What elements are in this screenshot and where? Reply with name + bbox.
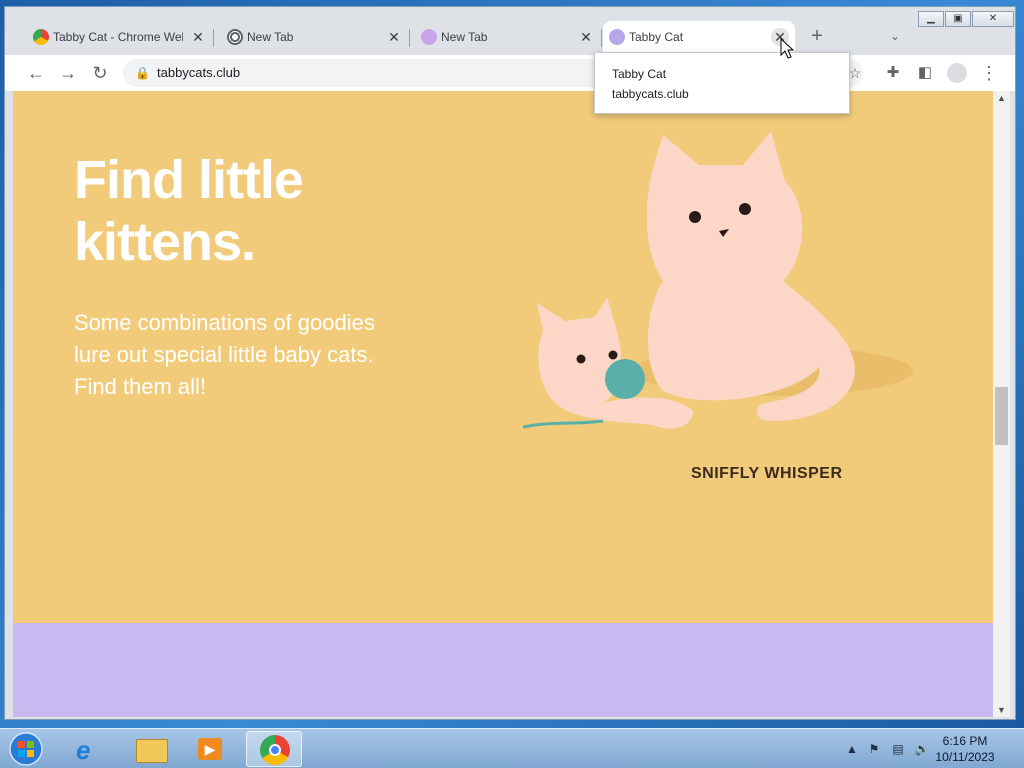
side-panel-icon[interactable]: ◧ bbox=[913, 61, 937, 85]
tab-search-icon[interactable]: ⌄ bbox=[883, 24, 907, 48]
tab-hover-card: Tabby Cat tabbycats.club bbox=[594, 52, 850, 114]
small-cat-eye bbox=[576, 354, 586, 364]
show-hidden-icons[interactable]: ▲ bbox=[844, 741, 860, 757]
tab-label: New Tab bbox=[441, 30, 488, 44]
clock-time: 6:16 PM bbox=[942, 734, 988, 748]
close-tab-icon[interactable]: ✕ bbox=[385, 28, 403, 46]
scrollbar-thumb[interactable] bbox=[995, 387, 1008, 445]
minimize-button[interactable]: ▁ bbox=[918, 11, 944, 27]
window-controls: ▁ ▣ ✕ bbox=[917, 11, 1014, 27]
clock-date: 10/11/2023 bbox=[935, 750, 995, 764]
next-section bbox=[13, 623, 993, 717]
action-center-icon[interactable]: ⚑ bbox=[866, 741, 882, 757]
tab-strip: Tabby Cat - Chrome Wel ✕ New Tab ✕ New T… bbox=[5, 7, 1015, 55]
tab-new-tab-2[interactable]: New Tab ✕ bbox=[415, 21, 602, 53]
address-text: tabbycats.club bbox=[157, 65, 241, 80]
web-page: Find little kittens. Some combinations o… bbox=[13, 91, 993, 717]
tab-chrome-web-store[interactable]: Tabby Cat - Chrome Wel ✕ bbox=[27, 21, 214, 53]
page-subtitle: Some combinations of goodies lure out sp… bbox=[74, 310, 375, 399]
tab-new-tab-1[interactable]: New Tab ✕ bbox=[221, 21, 410, 53]
menu-icon[interactable]: ⋮ bbox=[977, 61, 1001, 85]
big-cat bbox=[646, 131, 855, 421]
volume-muted-icon[interactable]: 🔈 bbox=[914, 741, 930, 757]
tab-label: Tabby Cat - Chrome Wel bbox=[53, 30, 183, 44]
extensions-icon[interactable]: ✚ bbox=[881, 61, 905, 85]
network-icon[interactable]: ▤ bbox=[890, 741, 906, 757]
file-explorer-icon[interactable] bbox=[122, 731, 178, 767]
maximize-button[interactable]: ▣ bbox=[945, 11, 971, 27]
browser-window: Tabby Cat - Chrome Wel ✕ New Tab ✕ New T… bbox=[4, 6, 1016, 720]
tab-label: Tabby Cat bbox=[629, 30, 684, 44]
tabby-cat-icon bbox=[421, 29, 437, 45]
browser-toolbar: ← → ↻ 🔒 tabbycats.club ☆ ✚ ◧ ⋮ bbox=[5, 55, 1015, 92]
close-tab-icon[interactable]: ✕ bbox=[577, 28, 595, 46]
kittens-illustration bbox=[522, 131, 913, 429]
lock-icon[interactable]: 🔒 bbox=[135, 65, 150, 81]
tab-label: New Tab bbox=[247, 30, 294, 44]
chrome-icon bbox=[227, 29, 243, 45]
windows-logo-icon bbox=[9, 732, 43, 766]
cat-name-label: SNIFFLY WHISPER bbox=[691, 465, 843, 482]
yarn-ball bbox=[605, 359, 645, 399]
tabby-cat-icon bbox=[609, 29, 625, 45]
page-title: Find little kittens. bbox=[74, 150, 304, 272]
close-tab-icon[interactable]: ✕ bbox=[189, 28, 207, 46]
media-player-icon[interactable]: ▶ bbox=[182, 731, 238, 767]
profile-avatar[interactable] bbox=[945, 61, 969, 85]
forward-button[interactable]: → bbox=[56, 61, 80, 85]
scroll-up-arrow[interactable]: ▲ bbox=[995, 91, 1008, 105]
reload-button[interactable]: ↻ bbox=[88, 61, 112, 85]
scroll-down-arrow[interactable]: ▼ bbox=[995, 703, 1008, 717]
internet-explorer-icon[interactable]: e bbox=[62, 731, 118, 767]
hover-card-url: tabbycats.club bbox=[612, 87, 689, 101]
back-button[interactable]: ← bbox=[24, 61, 48, 85]
hover-card-title: Tabby Cat bbox=[612, 67, 667, 81]
big-cat-eye bbox=[739, 203, 751, 215]
clock[interactable]: 6:16 PM 10/11/2023 bbox=[930, 733, 1000, 765]
big-cat-eye bbox=[689, 211, 701, 223]
vertical-scrollbar[interactable]: ▲ ▼ bbox=[993, 91, 1010, 717]
tab-tabby-cat[interactable]: Tabby Cat ✕ bbox=[603, 21, 795, 53]
mouse-cursor-icon bbox=[780, 38, 794, 59]
close-window-button[interactable]: ✕ bbox=[972, 11, 1014, 27]
start-button[interactable] bbox=[6, 731, 46, 767]
new-tab-button[interactable]: + bbox=[805, 24, 829, 48]
chrome-web-store-icon bbox=[33, 29, 49, 45]
small-cat-eye bbox=[608, 350, 618, 360]
taskbar: e ▶ ▲ ⚑ ▤ 🔈 6:16 PM 10/11/2023 bbox=[0, 728, 1024, 768]
yarn-string bbox=[522, 419, 604, 429]
chrome-icon[interactable] bbox=[246, 731, 302, 767]
